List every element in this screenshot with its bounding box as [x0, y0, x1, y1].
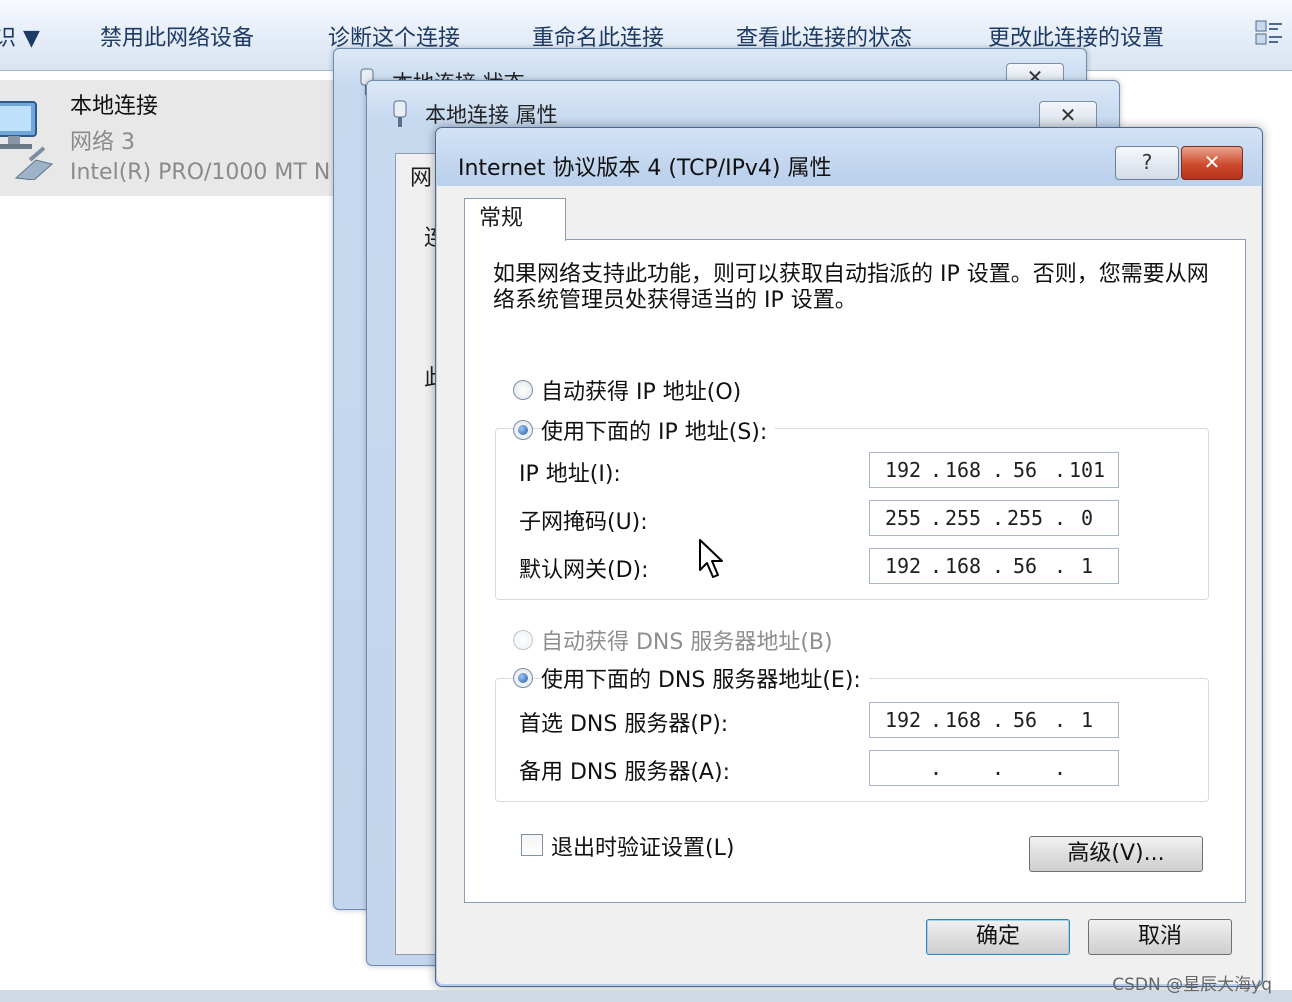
- adapter-item-local-connection[interactable]: 本地连接 网络 3 Intel(R) PRO/1000 MT N: [0, 80, 340, 196]
- gateway-octet-3: 56: [1012, 554, 1038, 578]
- dns-auto-label[interactable]: 自动获得 DNS 服务器地址(B): [541, 624, 833, 656]
- validate-on-exit-label[interactable]: 退出时验证设置(L): [551, 830, 734, 862]
- mask-octet-2: 255: [944, 506, 982, 530]
- preferred-dns-label: 首选 DNS 服务器(P):: [519, 712, 729, 737]
- gateway-label: 默认网关(D):: [519, 558, 649, 583]
- taskbar-strip: [0, 990, 1292, 1002]
- plug-icon: [393, 100, 407, 127]
- ip-manual-radio[interactable]: [513, 420, 533, 440]
- gateway-field[interactable]: 192. 168. 56. 1: [869, 548, 1119, 584]
- adapter-network: 网络 3: [70, 130, 135, 155]
- subnet-mask-field[interactable]: 255. 255. 255. 0: [869, 500, 1119, 536]
- adapter-name: 本地连接: [70, 94, 159, 119]
- organize-menu[interactable]: 识 ▼: [0, 20, 40, 52]
- alternate-dns-label: 备用 DNS 服务器(A):: [519, 760, 730, 785]
- gateway-octet-4: 1: [1080, 554, 1094, 578]
- dialog-body: 常规 如果网络支持此功能，则可以获取自动指派的 IP 设置。否则，您需要从网络系…: [437, 186, 1261, 984]
- dns-manual-label[interactable]: 使用下面的 DNS 服务器地址(E):: [541, 662, 869, 694]
- gateway-octet-2: 168: [944, 554, 982, 578]
- dialog-title: Internet 协议版本 4 (TCP/IPv4) 属性: [458, 156, 832, 181]
- ok-button[interactable]: 确定: [926, 919, 1070, 955]
- ip-address-field[interactable]: 192. 168. 56. 101: [869, 452, 1119, 488]
- pdns-octet-3: 56: [1012, 708, 1038, 732]
- close-button[interactable]: ✕: [1181, 146, 1243, 180]
- ip-octet-2: 168: [944, 458, 982, 482]
- description-text: 如果网络支持此功能，则可以获取自动指派的 IP 设置。否则，您需要从网络系统管理…: [493, 262, 1209, 313]
- cancel-button[interactable]: 取消: [1088, 919, 1232, 955]
- pdns-octet-4: 1: [1080, 708, 1094, 732]
- properties-tab[interactable]: 网: [410, 160, 432, 192]
- adapter-device: Intel(R) PRO/1000 MT N: [70, 160, 331, 185]
- ip-octet-4: 101: [1068, 458, 1106, 482]
- properties-window-title: 本地连接 属性: [425, 103, 558, 127]
- mask-octet-4: 0: [1080, 506, 1094, 530]
- disable-device-button[interactable]: 禁用此网络设备: [100, 20, 254, 52]
- ip-octet-3: 56: [1012, 458, 1038, 482]
- subnet-mask-label: 子网掩码(U):: [519, 510, 648, 535]
- pdns-octet-1: 192: [884, 708, 922, 732]
- advanced-button[interactable]: 高级(V)...: [1029, 836, 1203, 872]
- mouse-cursor-icon: [699, 539, 723, 578]
- ip-manual-label[interactable]: 使用下面的 IP 地址(S):: [541, 414, 776, 446]
- validate-on-exit-checkbox[interactable]: [521, 834, 543, 856]
- ip-octet-1: 192: [884, 458, 922, 482]
- ip-address-label: IP 地址(I):: [519, 462, 621, 487]
- view-options-icon[interactable]: [1254, 18, 1284, 48]
- help-button[interactable]: ?: [1115, 146, 1179, 180]
- tab-general[interactable]: 常规: [464, 198, 566, 241]
- network-adapter-icon: [0, 101, 54, 180]
- mask-octet-3: 255: [1006, 506, 1044, 530]
- mask-octet-1: 255: [884, 506, 922, 530]
- alternate-dns-field[interactable]: . . .: [869, 750, 1119, 786]
- dns-manual-radio[interactable]: [513, 668, 533, 688]
- ip-auto-label[interactable]: 自动获得 IP 地址(O): [541, 374, 741, 406]
- general-page: 如果网络支持此功能，则可以获取自动指派的 IP 设置。否则，您需要从网络系统管理…: [464, 239, 1246, 903]
- preferred-dns-field[interactable]: 192. 168. 56. 1: [869, 702, 1119, 738]
- pdns-octet-2: 168: [944, 708, 982, 732]
- dns-auto-radio[interactable]: [513, 630, 533, 650]
- gateway-octet-1: 192: [884, 554, 922, 578]
- ip-auto-radio[interactable]: [513, 380, 533, 400]
- watermark: CSDN @星辰大海yq: [1112, 975, 1272, 995]
- ipv4-properties-dialog: Internet 协议版本 4 (TCP/IPv4) 属性 ? ✕ 常规 如果网…: [435, 127, 1263, 987]
